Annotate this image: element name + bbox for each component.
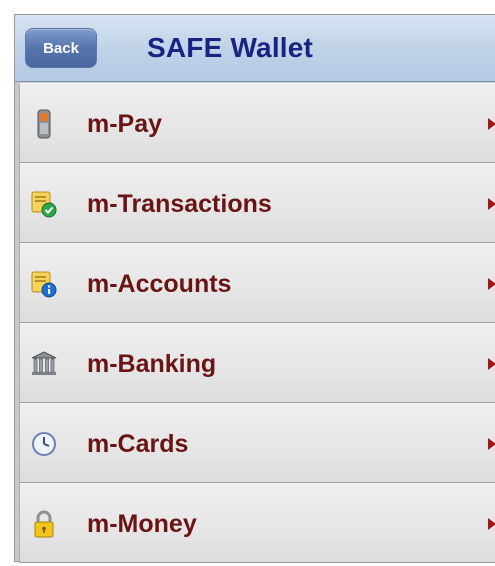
menu-item-label: m-Accounts (87, 270, 232, 298)
document-check-icon (30, 189, 58, 219)
bank-building-icon (30, 349, 58, 379)
chevron-right-icon (488, 438, 495, 450)
menu-item-m-pay[interactable]: m-Pay (19, 83, 495, 163)
menu-item-m-accounts[interactable]: m-Accounts (19, 243, 495, 323)
menu-item-label: m-Transactions (87, 190, 272, 218)
menu-item-m-money[interactable]: m-Money (19, 483, 495, 563)
app-frame: Back SAFE Wallet m-Pay m-Transactions m-… (14, 14, 495, 563)
menu-item-label: m-Cards (87, 430, 189, 458)
padlock-icon (30, 509, 58, 539)
mobile-phone-icon (30, 109, 58, 139)
menu-item-label: m-Banking (87, 350, 217, 378)
menu-item-label: m-Money (87, 510, 197, 538)
clock-card-icon (30, 429, 58, 459)
chevron-right-icon (488, 278, 495, 290)
back-button[interactable]: Back (25, 28, 97, 68)
chevron-right-icon (488, 118, 495, 130)
menu-item-label: m-Pay (87, 110, 163, 138)
navigation-bar: Back SAFE Wallet (15, 15, 495, 82)
menu-item-m-transactions[interactable]: m-Transactions (19, 163, 495, 243)
menu-list: m-Pay m-Transactions m-Accounts m-Bankin… (19, 83, 495, 563)
chevron-right-icon (488, 198, 495, 210)
document-info-icon (30, 269, 58, 299)
chevron-right-icon (488, 358, 495, 370)
chevron-right-icon (488, 518, 495, 530)
page-title: SAFE Wallet (147, 32, 314, 63)
menu-item-m-cards[interactable]: m-Cards (19, 403, 495, 483)
menu-item-m-banking[interactable]: m-Banking (19, 323, 495, 403)
